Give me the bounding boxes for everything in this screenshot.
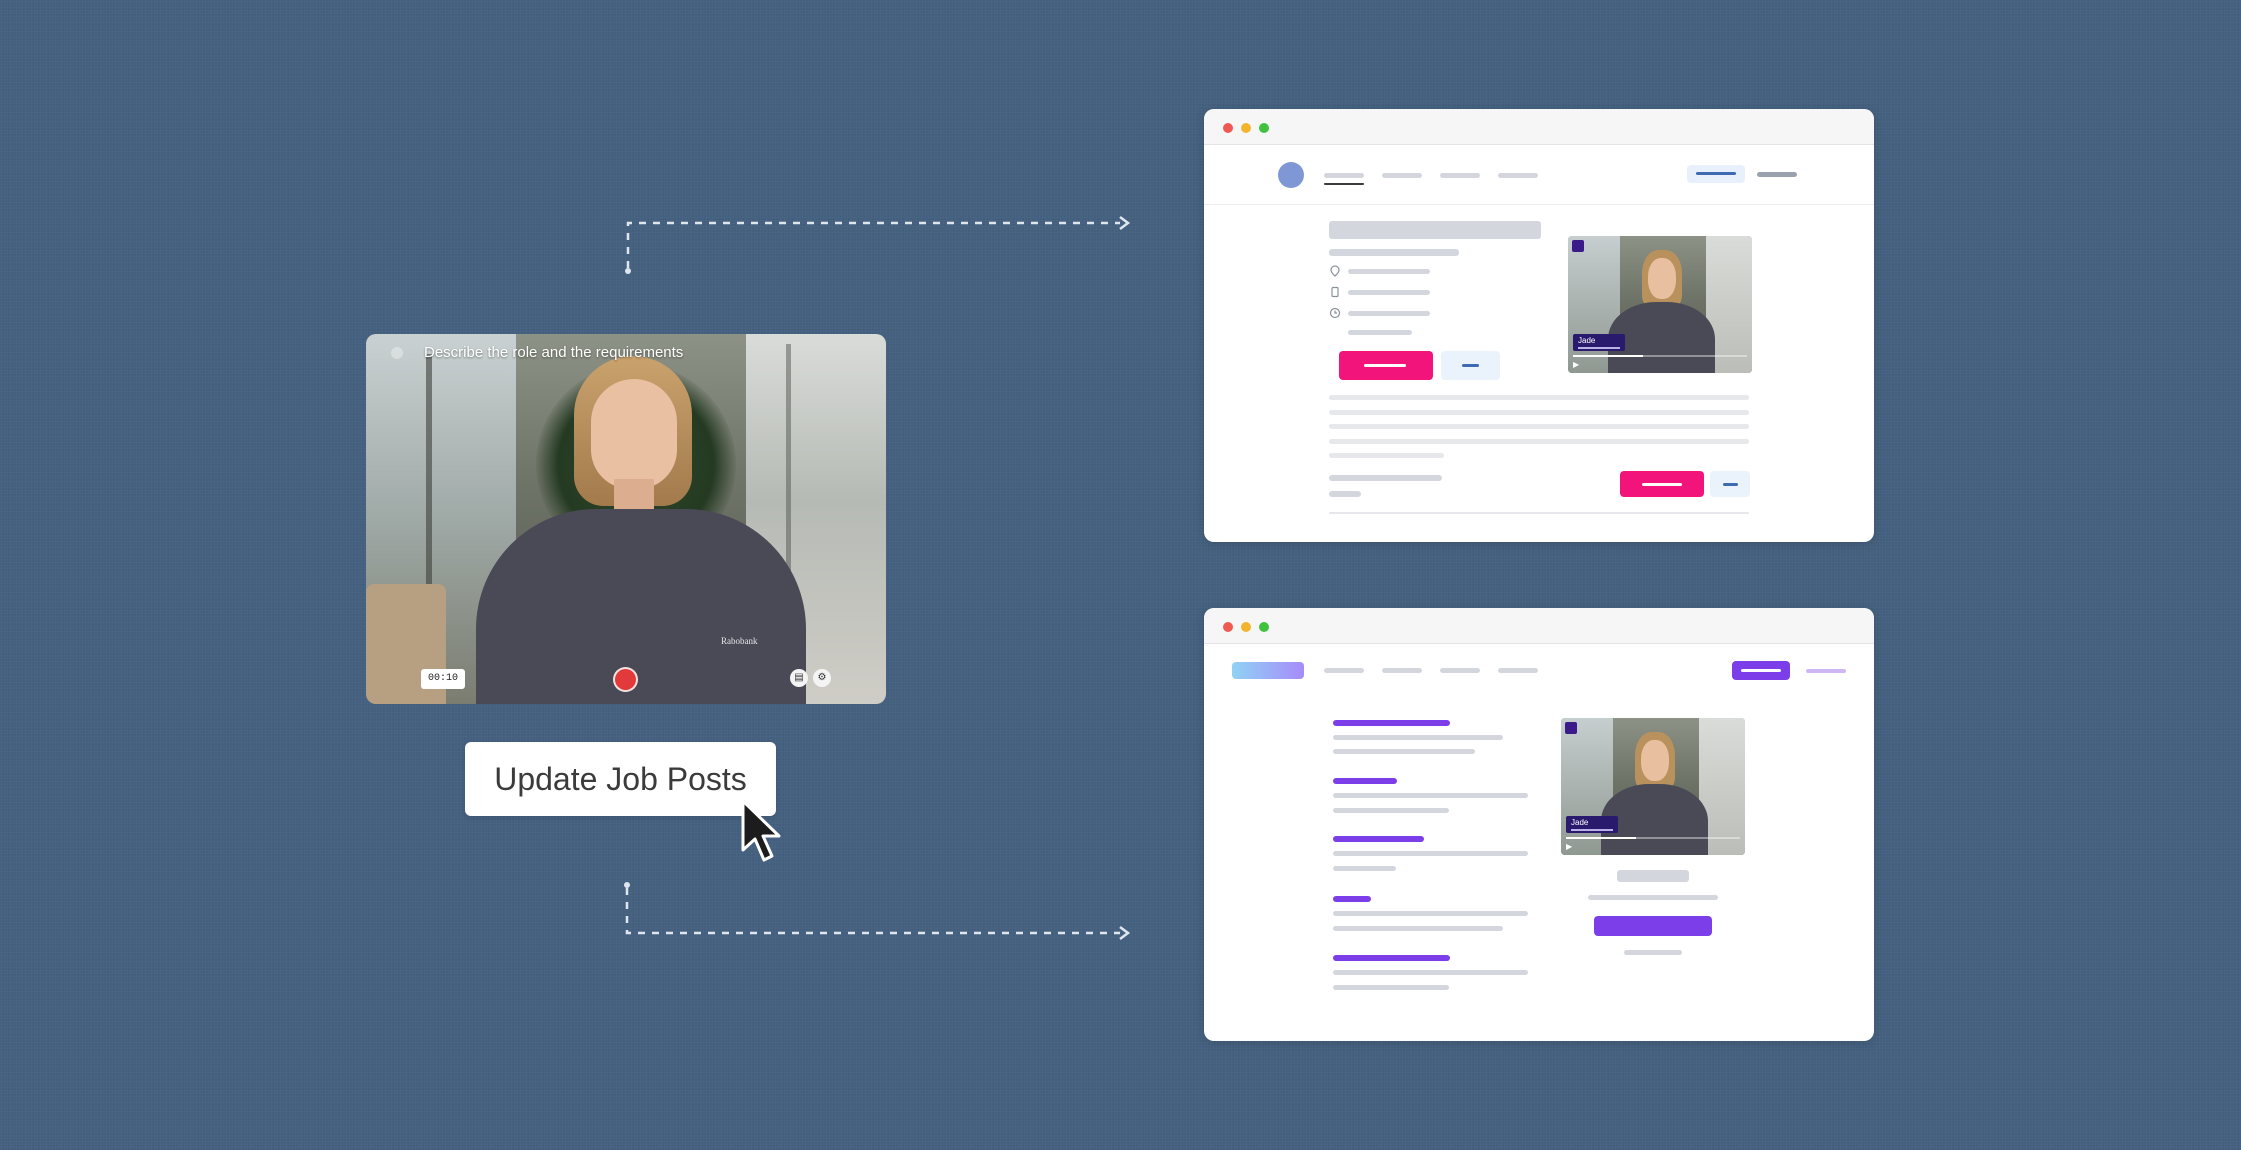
update-job-posts-button[interactable]: Update Job Posts [465,742,776,816]
video-role-line [1578,347,1620,349]
apply-button-bottom-label [1642,483,1682,486]
nav-link[interactable] [1324,173,1364,178]
video-name-tag: Jade [1566,816,1618,833]
briefcase-icon [1331,286,1339,298]
minimize-window-button[interactable] [1241,123,1251,133]
section-heading [1333,896,1371,902]
window-titlebar [1204,608,1874,644]
record-icon[interactable] [613,667,638,692]
sidebar-heading-placeholder [1617,870,1689,882]
settings-icon[interactable]: ⚙ [813,669,831,687]
nav-link[interactable] [1440,173,1480,178]
thumb-person-face [1648,257,1676,299]
person-sweatshirt [476,509,806,704]
section-line [1333,793,1528,798]
section-line [1333,808,1449,813]
close-window-button[interactable] [1223,622,1233,632]
hours-placeholder [1348,311,1430,316]
section-line [1333,911,1528,916]
job-subtitle-placeholder [1329,249,1459,256]
description-line [1329,453,1444,458]
section-heading [1333,836,1424,842]
thumb-person-face [1641,739,1669,781]
video-name: Jade [1578,336,1596,345]
description-line [1329,395,1749,400]
video-brand-badge [1565,722,1577,734]
section-heading [1333,778,1397,784]
section-line [1333,926,1503,931]
apply-button-label [1364,364,1406,367]
site-logo[interactable] [1232,662,1304,679]
nav-active-underline [1324,183,1364,185]
background-texture [0,0,2241,1150]
site-nav [1204,145,1874,205]
sidebar-line [1624,950,1682,955]
section-heading [1333,955,1450,961]
description-line [1329,424,1749,429]
section-line [1333,970,1528,975]
footer-text-placeholder [1329,475,1442,481]
clock-icon [1329,307,1341,319]
section-line [1333,866,1396,871]
video-progress-fill [1573,355,1643,357]
nav-primary-button-label [1741,669,1781,672]
nav-link[interactable] [1498,173,1538,178]
job-title-placeholder [1329,221,1541,239]
person-face [591,379,677,489]
cursor-icon [741,799,781,862]
site-nav [1204,644,1874,704]
window-titlebar [1204,109,1874,145]
job-post-preview-window-pink: Jade ▶ [1204,109,1874,542]
divider [1329,512,1749,514]
nav-link[interactable] [1498,668,1538,673]
section-line [1333,749,1475,754]
close-window-button[interactable] [1223,123,1233,133]
recording-prompt: Describe the role and the requirements [424,344,684,361]
job-type-placeholder [1348,290,1430,295]
back-icon[interactable] [391,347,403,359]
video-progress[interactable] [1566,837,1740,839]
section-line [1333,851,1528,856]
nav-secondary-link[interactable] [1757,172,1797,177]
maximize-window-button[interactable] [1259,123,1269,133]
job-video-thumbnail[interactable]: Jade ▶ [1561,718,1745,855]
play-icon[interactable]: ▶ [1566,842,1572,851]
apply-now-button[interactable] [1594,916,1712,936]
nav-primary-button-label [1696,172,1736,175]
location-icon [1330,265,1340,277]
video-progress[interactable] [1573,355,1747,357]
save-job-button-bottom-label [1723,483,1738,486]
sweatshirt-logo: Rabobank [721,636,758,646]
nav-link[interactable] [1324,668,1364,673]
section-line [1333,735,1503,740]
site-logo[interactable] [1278,162,1304,188]
description-line [1329,410,1749,415]
description-line [1329,439,1749,444]
captions-icon[interactable]: ▤ [790,669,808,687]
save-job-button-label [1462,364,1479,367]
video-role-line [1571,829,1613,831]
sidebar-line [1588,895,1718,900]
video-recorder[interactable]: Rabobank Describe the role and the requi… [366,334,886,704]
video-name: Jade [1571,818,1589,827]
nav-link[interactable] [1382,173,1422,178]
nav-secondary-link[interactable] [1806,669,1846,673]
nav-link[interactable] [1440,668,1480,673]
location-placeholder [1348,269,1430,274]
nav-link[interactable] [1382,668,1422,673]
video-progress-fill [1566,837,1636,839]
section-line [1333,985,1449,990]
video-brand-badge [1572,240,1584,252]
minimize-window-button[interactable] [1241,622,1251,632]
footer-text-placeholder [1329,491,1361,497]
video-name-tag: Jade [1573,334,1625,351]
job-post-preview-window-purple: Jade ▶ [1204,608,1874,1041]
play-icon[interactable]: ▶ [1573,360,1579,369]
job-video-thumbnail[interactable]: Jade ▶ [1568,236,1752,373]
salary-placeholder [1348,330,1412,335]
maximize-window-button[interactable] [1259,622,1269,632]
section-heading [1333,720,1450,726]
recording-timer: 00:10 [421,669,465,689]
